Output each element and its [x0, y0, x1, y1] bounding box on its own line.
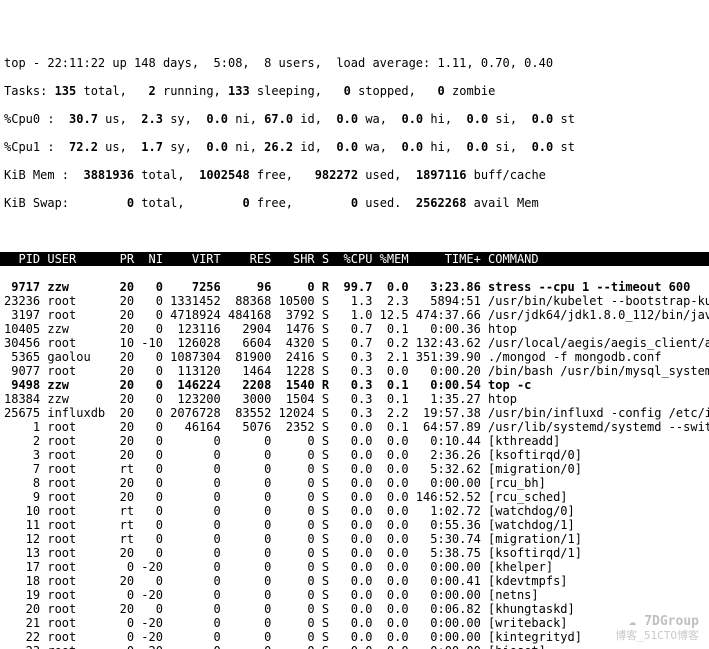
- process-row[interactable]: 22 root 0 -20 0 0 0 S 0.0 0.0 0:00.00 [k…: [0, 630, 709, 644]
- terminal-screen[interactable]: { "summary": { "line1": "top - 22:11:22 …: [0, 0, 709, 649]
- process-row[interactable]: 8 root 20 0 0 0 0 S 0.0 0.0 0:00.00 [rcu…: [0, 476, 709, 490]
- process-row[interactable]: 30456 root 10 -10 126028 6604 4320 S 0.7…: [0, 336, 709, 350]
- cpu1-line: %Cpu1 : 72.2 us, 1.7 sy, 0.0 ni, 26.2 id…: [0, 140, 709, 154]
- process-row[interactable]: 3 root 20 0 0 0 0 S 0.0 0.0 2:36.26 [kso…: [0, 448, 709, 462]
- process-row[interactable]: 23236 root 20 0 1331452 88368 10500 S 1.…: [0, 294, 709, 308]
- process-row[interactable]: 10 root rt 0 0 0 0 S 0.0 0.0 1:02.72 [wa…: [0, 504, 709, 518]
- process-row[interactable]: 9 root 20 0 0 0 0 S 0.0 0.0 146:52.52 [r…: [0, 490, 709, 504]
- process-row[interactable]: 13 root 20 0 0 0 0 S 0.0 0.0 5:38.75 [ks…: [0, 546, 709, 560]
- tasks-line: Tasks: 135 total, 2 running, 133 sleepin…: [0, 84, 709, 98]
- process-row[interactable]: 21 root 0 -20 0 0 0 S 0.0 0.0 0:00.00 [w…: [0, 616, 709, 630]
- mem-line: KiB Mem : 3881936 total, 1002548 free, 9…: [0, 168, 709, 182]
- cpu0-line: %Cpu0 : 30.7 us, 2.3 sy, 0.0 ni, 67.0 id…: [0, 112, 709, 126]
- column-header: PID USER PR NI VIRT RES SHR S %CPU %MEM …: [0, 252, 709, 266]
- process-row[interactable]: 9717 zzw 20 0 7256 96 0 R 99.7 0.0 3:23.…: [0, 280, 709, 294]
- process-row[interactable]: 25675 influxdb 20 0 2076728 83552 12024 …: [0, 406, 709, 420]
- process-list: 9717 zzw 20 0 7256 96 0 R 99.7 0.0 3:23.…: [0, 280, 709, 649]
- blank-line: [0, 224, 709, 238]
- process-row[interactable]: 19 root 0 -20 0 0 0 S 0.0 0.0 0:00.00 [n…: [0, 588, 709, 602]
- process-row[interactable]: 20 root 20 0 0 0 0 S 0.0 0.0 0:06.82 [kh…: [0, 602, 709, 616]
- process-row[interactable]: 9077 root 20 0 113120 1464 1228 S 0.3 0.…: [0, 364, 709, 378]
- process-row[interactable]: 18 root 20 0 0 0 0 S 0.0 0.0 0:00.41 [kd…: [0, 574, 709, 588]
- process-row[interactable]: 3197 root 20 0 4718924 484168 3792 S 1.0…: [0, 308, 709, 322]
- process-row[interactable]: 1 root 20 0 46164 5076 2352 S 0.0 0.1 64…: [0, 420, 709, 434]
- process-row[interactable]: 9498 zzw 20 0 146224 2208 1540 R 0.3 0.1…: [0, 378, 709, 392]
- process-row[interactable]: 10405 zzw 20 0 123116 2904 1476 S 0.7 0.…: [0, 322, 709, 336]
- process-row[interactable]: 5365 gaolou 20 0 1087304 81900 2416 S 0.…: [0, 350, 709, 364]
- swap-line: KiB Swap: 0 total, 0 free, 0 used. 25622…: [0, 196, 709, 210]
- process-row[interactable]: 7 root rt 0 0 0 0 S 0.0 0.0 5:32.62 [mig…: [0, 462, 709, 476]
- process-row[interactable]: 11 root rt 0 0 0 0 S 0.0 0.0 0:55.36 [wa…: [0, 518, 709, 532]
- process-row[interactable]: 12 root rt 0 0 0 0 S 0.0 0.0 5:30.74 [mi…: [0, 532, 709, 546]
- process-row[interactable]: 17 root 0 -20 0 0 0 S 0.0 0.0 0:00.00 [k…: [0, 560, 709, 574]
- process-row[interactable]: 2 root 20 0 0 0 0 S 0.0 0.0 0:10.44 [kth…: [0, 434, 709, 448]
- process-row[interactable]: 18384 zzw 20 0 123200 3000 1504 S 0.3 0.…: [0, 392, 709, 406]
- process-row[interactable]: 23 root 0 -20 0 0 0 S 0.0 0.0 0:00.00 [b…: [0, 644, 709, 649]
- uptime-line: top - 22:11:22 up 148 days, 5:08, 8 user…: [0, 56, 709, 70]
